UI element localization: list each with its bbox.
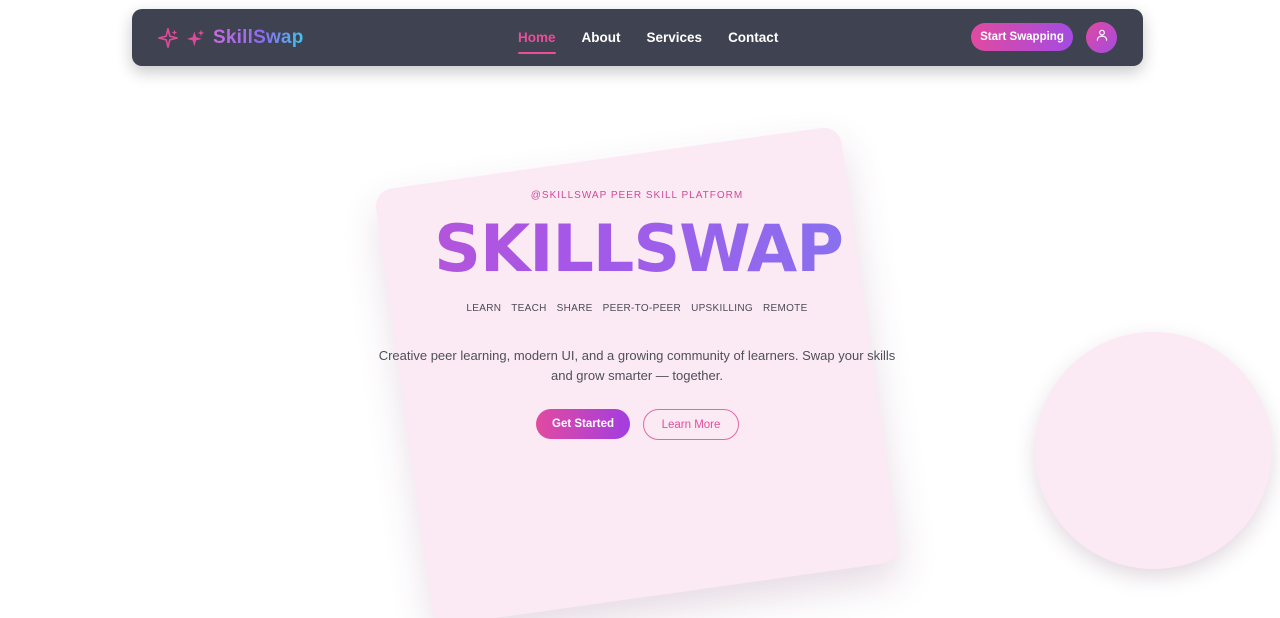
hero-eyebrow: @SKILLSWAP PEER SKILL PLATFORM: [530, 190, 744, 201]
tag-teach: TEACH: [511, 303, 547, 314]
hero-description: Creative peer learning, modern UI, and a…: [378, 348, 896, 383]
page: SkillSwap Home About Services Contact St…: [0, 0, 1280, 618]
tag-peer-to-peer: PEER-TO-PEER: [602, 303, 682, 314]
tag-learn: LEARN: [466, 303, 502, 314]
tag-upskilling: UPSKILLING: [691, 303, 753, 314]
get-started-button[interactable]: Get Started: [536, 409, 630, 439]
tag-remote: REMOTE: [762, 303, 808, 314]
learn-more-button[interactable]: Learn More: [643, 409, 739, 440]
tag-share: SHARE: [556, 303, 593, 314]
decorative-circle: [1035, 332, 1272, 569]
hero-tags: LEARN TEACH SHARE PEER-TO-PEER UPSKILLIN…: [0, 303, 1274, 314]
hero-title: SKILLSWAP: [0, 208, 1277, 292]
